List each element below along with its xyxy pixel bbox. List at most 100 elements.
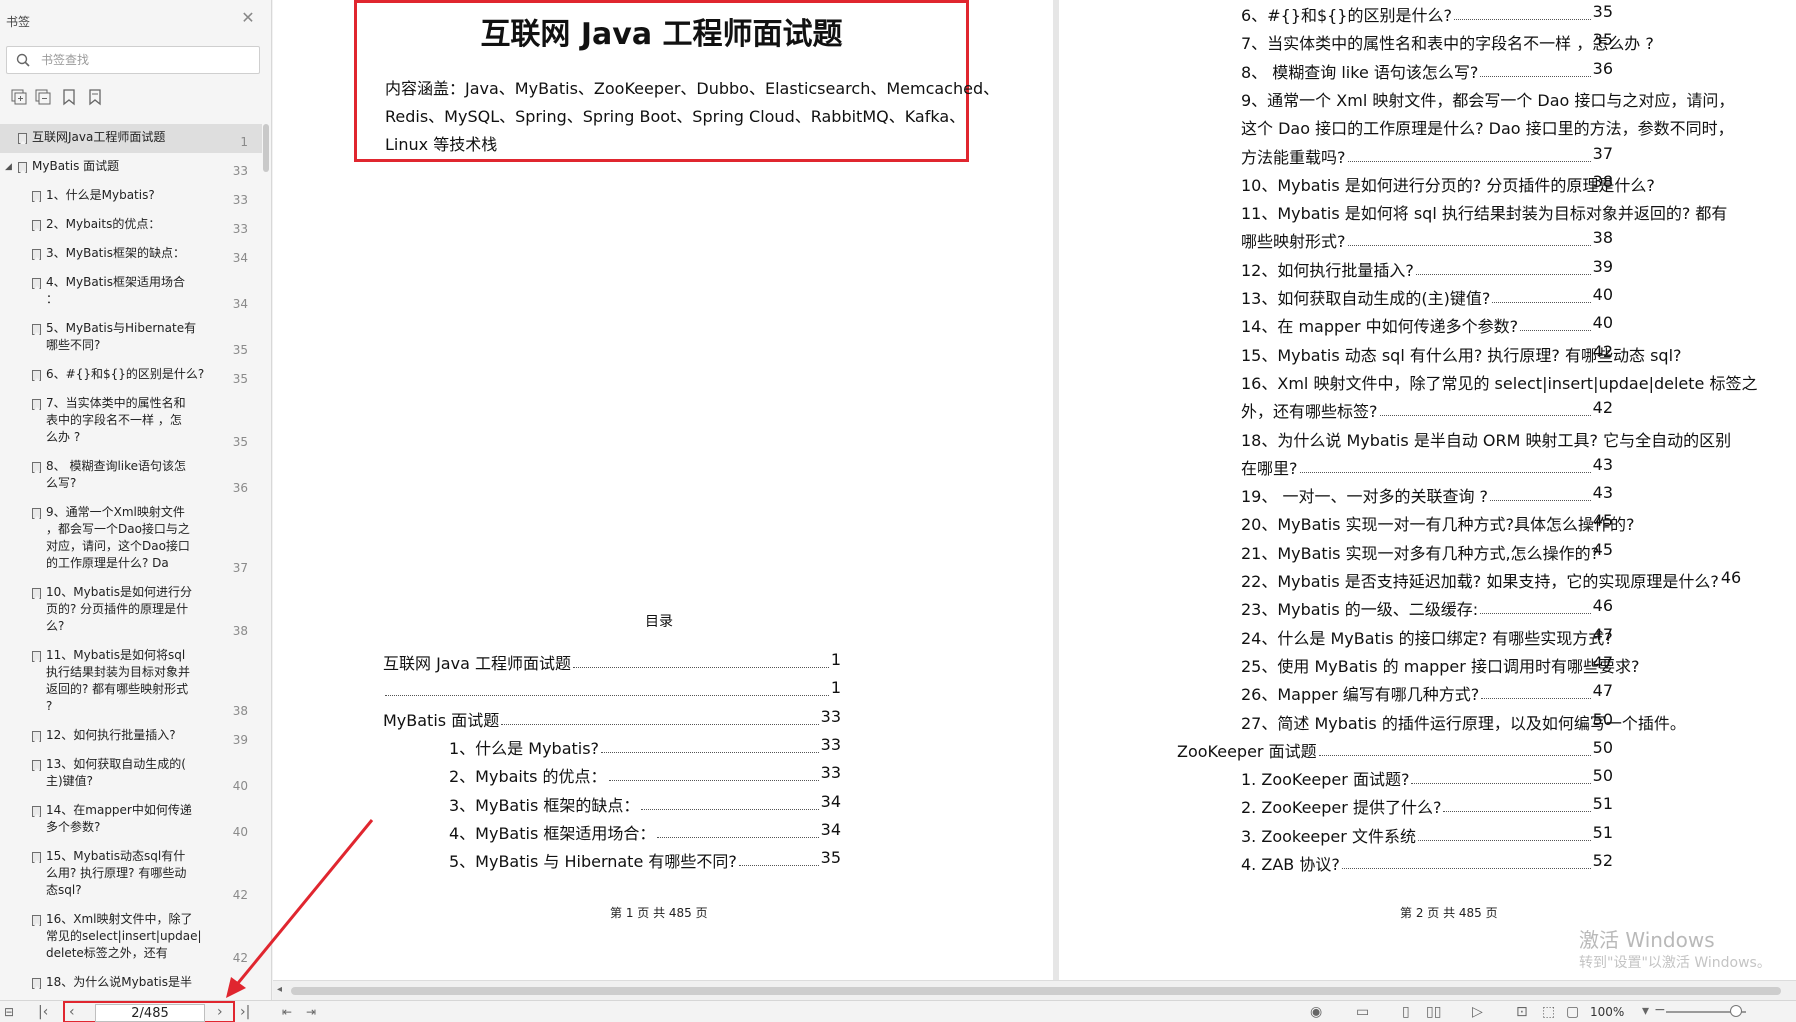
horizontal-scrollbar[interactable]: ◂ bbox=[273, 980, 1796, 1000]
collapse-all-icon[interactable] bbox=[34, 88, 52, 106]
toc-entry-page: 47 bbox=[1592, 681, 1613, 701]
back-icon[interactable]: ⇤ bbox=[282, 1004, 292, 1020]
toc-entry-text: 3、MyBatis 框架的缺点： bbox=[449, 795, 640, 815]
bookmark-item[interactable]: 15、Mybatis动态sql有什 么用? 执行原理? 有哪些动 态sql? 42 bbox=[0, 843, 262, 906]
bookmark-item[interactable]: 18、为什么说Mybatis是半 自动ORM映射工具? 它与 bbox=[0, 969, 262, 990]
fit-page-icon[interactable]: ⊡ bbox=[1516, 1004, 1528, 1020]
toc-entry-text: 方法能重载吗? bbox=[1241, 147, 1346, 167]
bookmark-flag-icon bbox=[32, 249, 41, 260]
toc-leader bbox=[1480, 613, 1591, 615]
bookmark-label: 7、当实体类中的属性名和 表中的字段名不一样 ，怎 么办 ? bbox=[46, 396, 186, 444]
bookmark-item[interactable]: ◢ MyBatis 面试题 33 bbox=[0, 153, 262, 182]
expand-triangle-icon[interactable]: ◢ bbox=[5, 162, 12, 172]
zoom-level[interactable]: 100% bbox=[1590, 1005, 1624, 1019]
add-bookmark-icon[interactable] bbox=[60, 88, 78, 106]
toc-entry-page: 34 bbox=[820, 819, 841, 839]
bookmark-page-number: 37 bbox=[232, 561, 248, 575]
bookmark-item[interactable]: 13、如何获取自动生成的( 主)键值? 40 bbox=[0, 751, 262, 797]
bookmark-page-number: 33 bbox=[232, 164, 248, 178]
bookmark-search-box[interactable] bbox=[6, 46, 260, 74]
toc-heading: 目录 bbox=[645, 614, 673, 630]
expand-all-icon[interactable] bbox=[10, 88, 28, 106]
toc-entry-page: 52 bbox=[1592, 851, 1613, 870]
close-icon[interactable]: ✕ bbox=[240, 10, 256, 26]
bookmark-page-number: 42 bbox=[232, 888, 248, 902]
bookmark-item[interactable]: 14、在mapper中如何传递 多个参数? 40 bbox=[0, 797, 262, 843]
next-page-icon[interactable]: › bbox=[217, 1004, 223, 1020]
bookmark-flag-icon bbox=[32, 760, 41, 771]
page-separator bbox=[1053, 0, 1059, 980]
forward-icon[interactable]: ⇥ bbox=[306, 1004, 316, 1020]
bookmark-item[interactable]: 3、MyBatis框架的缺点： 34 bbox=[0, 240, 262, 269]
page-number-input[interactable] bbox=[95, 1004, 205, 1022]
bookmark-panel: 书签 ✕ 互联网Java工程师面试题1◢MyBatis 面试题331 bbox=[0, 0, 272, 1000]
two-page-icon[interactable]: ▯▯ bbox=[1426, 1004, 1441, 1020]
toc-leader bbox=[1341, 868, 1591, 869]
toc-entry-text: 22、Mybatis 是否支持延迟加载? 如果支持，它的实现原理是什么? bbox=[1241, 572, 1719, 591]
bookmark-page-number: 35 bbox=[232, 343, 248, 357]
prev-page-icon[interactable]: ‹ bbox=[69, 1004, 75, 1020]
bookmark-page-number: 34 bbox=[232, 251, 248, 265]
bookmark-item[interactable]: 9、通常一个Xml映射文件 ，都会写一个Dao接口与之 对应，请问，这个Dao接… bbox=[0, 499, 262, 579]
bookmark-item[interactable]: 4、MyBatis框架适用场合 ： 34 bbox=[0, 269, 262, 315]
bookmark-scrollbar[interactable] bbox=[263, 124, 269, 172]
bookmark-label: 9、通常一个Xml映射文件 ，都会写一个Dao接口与之 对应，请问，这个Dao接… bbox=[46, 505, 190, 570]
toc-entry-text: 18、为什么说 Mybatis 是半自动 ORM 映射工具? 它与全自动的区别 bbox=[1241, 430, 1732, 450]
continuous-page-icon[interactable]: ▯ bbox=[1402, 1004, 1410, 1020]
bookmark-item[interactable]: 2、Mybaits的优点： 33 bbox=[0, 211, 262, 240]
first-page-icon[interactable]: |‹ bbox=[38, 1004, 48, 1020]
toc-entry-text: 16、Xml 映射文件中，除了常见的 select|insert|updae|d… bbox=[1241, 373, 1758, 393]
bookmark-page-number: 38 bbox=[232, 704, 248, 718]
bookmark-page-number: 33 bbox=[232, 222, 248, 236]
toc-entry-text: 26、Mapper 编写有哪几种方式? bbox=[1241, 685, 1480, 705]
bookmark-item[interactable]: 10、Mybatis是如何进行分 页的? 分页插件的原理是什 么? 38 bbox=[0, 579, 262, 642]
fit-width-icon[interactable]: ⬚ bbox=[1542, 1004, 1555, 1020]
toc-entry-text: 2. ZooKeeper 提供了什么? bbox=[1241, 798, 1442, 818]
bookmark-page-number: 33 bbox=[232, 193, 248, 207]
bookmark-icon[interactable] bbox=[86, 88, 104, 106]
toc-entry-page: 46 bbox=[1720, 568, 1742, 587]
toc-entry-page: 33 bbox=[820, 706, 841, 726]
bookmark-flag-icon bbox=[32, 915, 41, 926]
thumbnail-toggle-icon[interactable]: ⊟ bbox=[4, 1004, 14, 1020]
single-page-icon[interactable]: ▭ bbox=[1356, 1004, 1369, 1020]
scroll-left-icon[interactable]: ◂ bbox=[277, 982, 282, 998]
bookmark-item[interactable]: 16、Xml映射文件中，除了 常见的select|insert|updae| d… bbox=[0, 906, 262, 969]
bookmark-flag-icon bbox=[32, 731, 41, 742]
title-highlight-box: 互联网 Java 工程师面试题 内容涵盖：Java、MyBatis、ZooKee… bbox=[354, 0, 999, 162]
bookmark-item[interactable]: 5、MyBatis与Hibernate有 哪些不同? 35 bbox=[0, 315, 262, 361]
zoom-dropdown-icon[interactable]: ▾ bbox=[1642, 1003, 1649, 1019]
toc-entry-text: 21、MyBatis 实现一对多有几种方式,怎么操作的? bbox=[1241, 543, 1600, 563]
bookmark-item[interactable]: 互联网Java工程师面试题 1 bbox=[0, 124, 262, 153]
bookmark-item[interactable]: 12、如何执行批量插入? 39 bbox=[0, 722, 262, 751]
document-view[interactable]: 互联网 Java 工程师面试题 内容涵盖：Java、MyBatis、ZooKee… bbox=[273, 0, 1796, 980]
page-footer: 第 1 页 共 485 页 bbox=[610, 906, 708, 920]
toc-entry-page: 35 bbox=[1592, 30, 1613, 50]
bookmark-panel-header: 书签 ✕ bbox=[0, 0, 272, 40]
last-page-icon[interactable]: ›| bbox=[240, 1004, 250, 1020]
bookmark-search-input[interactable] bbox=[41, 50, 251, 70]
toc-entry-page: 47 bbox=[1592, 652, 1613, 672]
intro-line: 内容涵盖：Java、MyBatis、ZooKeeper、Dubbo、Elasti… bbox=[385, 79, 1000, 98]
play-icon[interactable]: ▷ bbox=[1472, 1004, 1483, 1020]
bookmark-item[interactable]: 7、当实体类中的属性名和 表中的字段名不一样 ，怎 么办 ? 35 bbox=[0, 390, 262, 453]
bookmark-label: 4、MyBatis框架适用场合 ： bbox=[46, 275, 185, 306]
zoom-slider-knob[interactable] bbox=[1730, 1005, 1742, 1017]
bookmark-item[interactable]: 11、Mybatis是如何将sql 执行结果封装为目标对象并 返回的? 都有哪些… bbox=[0, 642, 262, 722]
bookmark-item[interactable]: 1、什么是Mybatis? 33 bbox=[0, 182, 262, 211]
toc-leader bbox=[1299, 471, 1591, 473]
bookmark-page-number: 38 bbox=[232, 624, 248, 638]
bookmark-item[interactable]: 8、 模糊查询like语句该怎 么写? 36 bbox=[0, 453, 262, 499]
horizontal-scroll-thumb[interactable] bbox=[291, 987, 1781, 995]
activation-watermark-text: 转到"设置"以激活 Windows。 bbox=[1579, 955, 1771, 971]
bookmark-page-number: 36 bbox=[232, 481, 248, 495]
toc-entry-text: 6、#{}和${}的区别是什么? bbox=[1241, 6, 1452, 25]
bookmark-item[interactable]: 6、#{}和${}的区别是什么? 35 bbox=[0, 361, 262, 390]
bookmark-flag-icon bbox=[32, 220, 41, 231]
eye-icon[interactable]: ◉ bbox=[1310, 1004, 1322, 1020]
zoom-out-icon[interactable]: − bbox=[1654, 1002, 1666, 1018]
toc-leader bbox=[1443, 811, 1591, 813]
fit-screen-icon[interactable]: ▢ bbox=[1566, 1004, 1579, 1020]
page-nav-highlight-box: ‹ › bbox=[63, 1001, 235, 1022]
toc-entry-page: 50 bbox=[1592, 766, 1613, 786]
